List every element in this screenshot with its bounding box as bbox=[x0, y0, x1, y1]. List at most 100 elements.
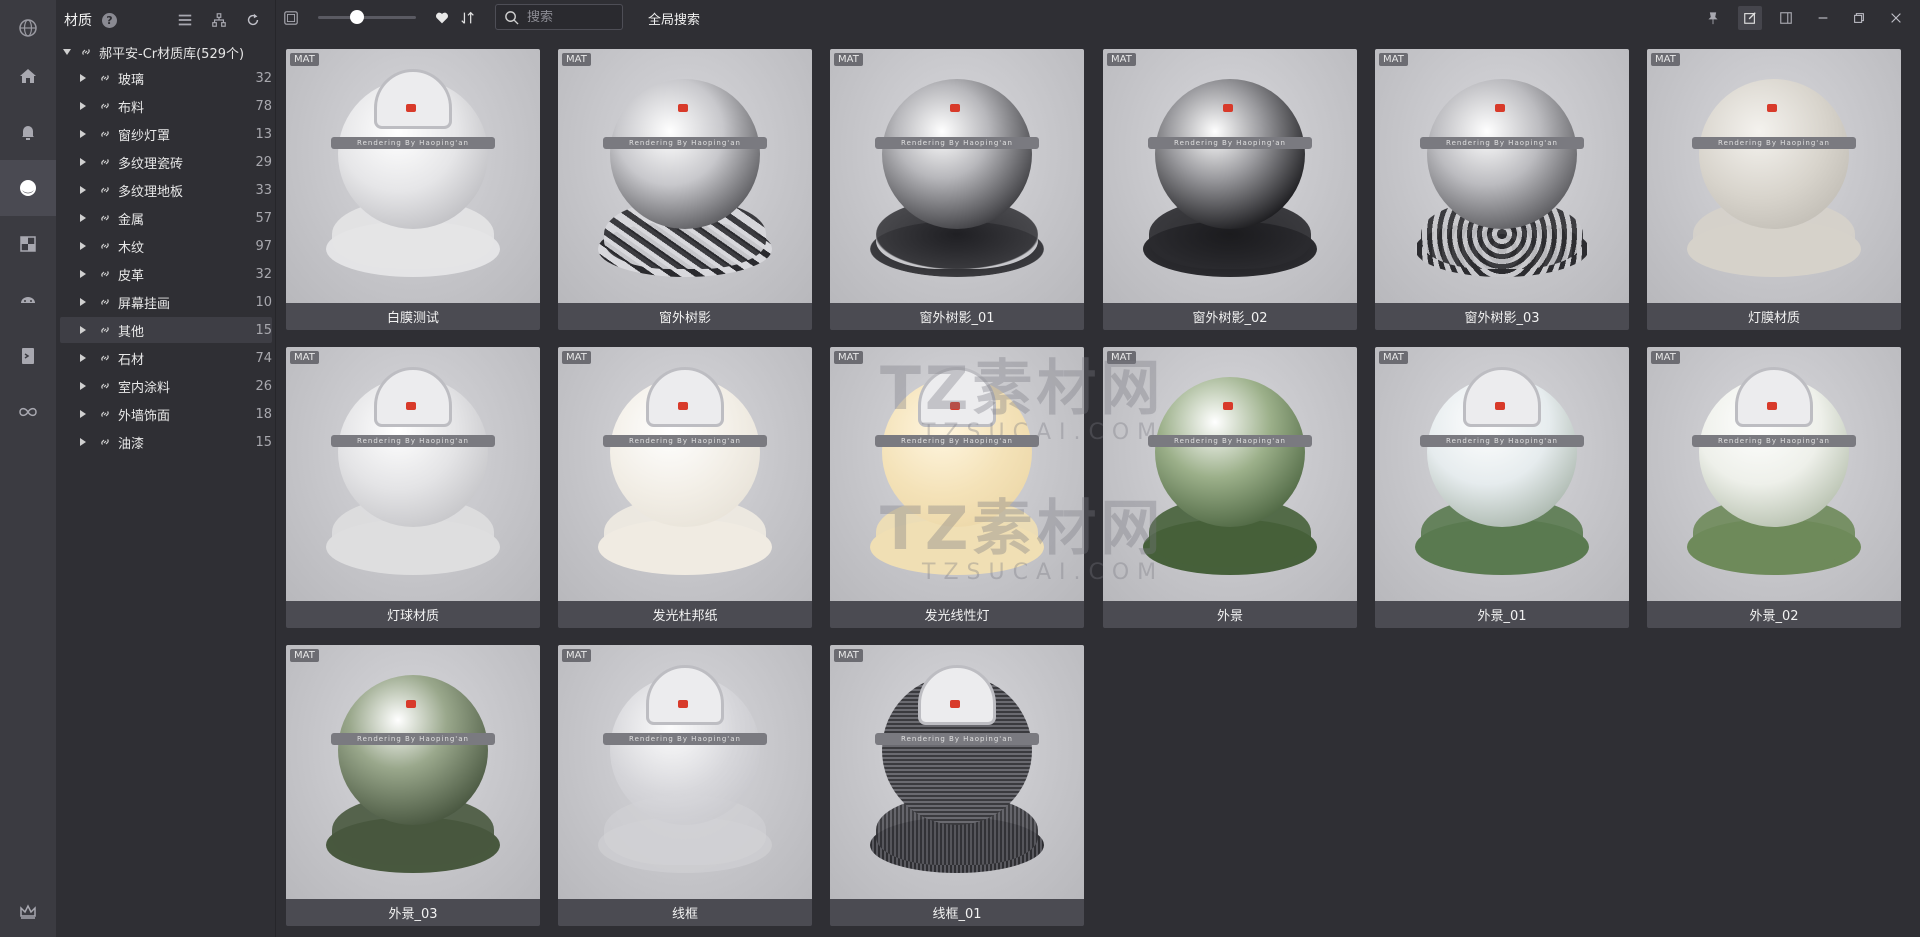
material-card[interactable]: Rendering By Haoping'an MAT 窗外树影_03 bbox=[1375, 49, 1629, 330]
tree-root[interactable]: 郝平安-Cr材质库(529个) bbox=[56, 40, 276, 64]
search-icon bbox=[505, 10, 519, 25]
tree-item[interactable]: 木纹 97 bbox=[60, 233, 272, 259]
caret-right-icon[interactable] bbox=[80, 298, 86, 306]
tree-item[interactable]: 其他 15 bbox=[60, 317, 272, 343]
tree-item[interactable]: 石材 74 bbox=[60, 345, 272, 371]
material-label: 线框 bbox=[671, 907, 698, 922]
material-label: 外景_02 bbox=[1749, 609, 1799, 624]
gamepad-icon[interactable] bbox=[0, 272, 56, 328]
search-input[interactable] bbox=[527, 9, 607, 25]
tree-item[interactable]: 皮革 32 bbox=[60, 261, 272, 287]
search-box[interactable] bbox=[495, 4, 623, 30]
material-card[interactable]: Rendering By Haoping'an MAT 发光线性灯 bbox=[830, 347, 1084, 628]
material-thumbnail[interactable]: Rendering By Haoping'an MAT bbox=[1375, 49, 1629, 303]
caret-right-icon[interactable] bbox=[80, 214, 86, 222]
texture-icon[interactable] bbox=[0, 216, 56, 272]
material-card[interactable]: Rendering By Haoping'an MAT 窗外树影_02 bbox=[1103, 49, 1357, 330]
tree-item[interactable]: 外墙饰面 18 bbox=[60, 401, 272, 427]
thumb-size-slider[interactable] bbox=[318, 16, 416, 19]
split-view-icon[interactable] bbox=[1774, 6, 1798, 30]
tree-item-label: 木纹 bbox=[118, 240, 145, 256]
material-card[interactable]: Rendering By Haoping'an MAT 外景_02 bbox=[1647, 347, 1901, 628]
render-credit: Rendering By Haoping'an bbox=[901, 735, 1013, 743]
caret-right-icon[interactable] bbox=[80, 270, 86, 278]
material-thumbnail[interactable]: Rendering By Haoping'an MAT bbox=[830, 49, 1084, 303]
material-card[interactable]: Rendering By Haoping'an MAT 发光杜邦纸 bbox=[558, 347, 812, 628]
preview-sphere bbox=[1427, 79, 1577, 229]
caret-right-icon[interactable] bbox=[80, 102, 86, 110]
material-thumbnail[interactable]: Rendering By Haoping'an MAT bbox=[830, 645, 1084, 899]
tree-item[interactable]: 多纹理地板 33 bbox=[60, 177, 272, 203]
material-card[interactable]: Rendering By Haoping'an MAT 灯膜材质 bbox=[1647, 49, 1901, 330]
global-search-button[interactable]: 全局搜索 bbox=[648, 9, 700, 28]
material-thumbnail[interactable]: Rendering By Haoping'an MAT bbox=[1103, 49, 1357, 303]
tree-item[interactable]: 室内涂料 26 bbox=[60, 373, 272, 399]
material-thumbnail[interactable]: Rendering By Haoping'an MAT bbox=[558, 49, 812, 303]
material-card[interactable]: Rendering By Haoping'an MAT 外景 bbox=[1103, 347, 1357, 628]
list-view-icon[interactable] bbox=[176, 11, 194, 29]
preview-ring: Rendering By Haoping'an bbox=[1148, 137, 1312, 149]
material-card[interactable]: Rendering By Haoping'an MAT 窗外树影 bbox=[558, 49, 812, 330]
tree-item[interactable]: 多纹理瓷砖 29 bbox=[60, 149, 272, 175]
help-icon[interactable]: ? bbox=[102, 12, 117, 28]
caret-right-icon[interactable] bbox=[80, 382, 86, 390]
minimize-icon[interactable] bbox=[1811, 6, 1835, 30]
preview-ring: Rendering By Haoping'an bbox=[875, 733, 1039, 745]
caret-down-icon[interactable] bbox=[63, 49, 71, 55]
caret-right-icon[interactable] bbox=[80, 354, 86, 362]
tree-item[interactable]: 玻璃 32 bbox=[60, 65, 272, 91]
material-thumbnail[interactable]: Rendering By Haoping'an MAT bbox=[1103, 347, 1357, 601]
tree-item-label: 布料 bbox=[118, 100, 145, 116]
material-card[interactable]: Rendering By Haoping'an MAT 窗外树影_01 bbox=[830, 49, 1084, 330]
caret-right-icon[interactable] bbox=[80, 130, 86, 138]
material-card[interactable]: Rendering By Haoping'an MAT 线框_01 bbox=[830, 645, 1084, 926]
tree-item-label: 多纹理瓷砖 bbox=[118, 156, 184, 172]
material-thumbnail[interactable]: Rendering By Haoping'an MAT bbox=[558, 347, 812, 601]
caret-right-icon[interactable] bbox=[80, 186, 86, 194]
caret-right-icon[interactable] bbox=[80, 326, 86, 334]
material-card[interactable]: Rendering By Haoping'an MAT 线框 bbox=[558, 645, 812, 926]
pin-icon[interactable] bbox=[1701, 6, 1725, 30]
material-thumbnail[interactable]: Rendering By Haoping'an MAT bbox=[558, 645, 812, 899]
material-thumbnail[interactable]: Rendering By Haoping'an MAT bbox=[286, 645, 540, 899]
caret-right-icon[interactable] bbox=[80, 410, 86, 418]
material-thumbnail[interactable]: Rendering By Haoping'an MAT bbox=[830, 347, 1084, 601]
close-icon[interactable] bbox=[1884, 6, 1908, 30]
home-icon[interactable] bbox=[0, 48, 56, 104]
tree-item[interactable]: 窗纱灯罩 13 bbox=[60, 121, 272, 147]
material-card[interactable]: Rendering By Haoping'an MAT 外景_01 bbox=[1375, 347, 1629, 628]
material-thumbnail[interactable]: Rendering By Haoping'an MAT bbox=[1647, 49, 1901, 303]
tree-item[interactable]: 金属 57 bbox=[60, 205, 272, 231]
bell-icon[interactable] bbox=[0, 104, 56, 160]
infinity-icon[interactable] bbox=[0, 384, 56, 440]
refresh-icon[interactable] bbox=[244, 11, 262, 29]
link-icon bbox=[101, 243, 109, 249]
caret-right-icon[interactable] bbox=[80, 74, 86, 82]
material-thumbnail[interactable]: Rendering By Haoping'an MAT bbox=[286, 347, 540, 601]
crown-icon[interactable] bbox=[0, 884, 56, 937]
mat-badge: MAT bbox=[1107, 351, 1136, 364]
sort-icon[interactable] bbox=[459, 9, 477, 27]
mat-badge: MAT bbox=[562, 351, 591, 364]
edit-icon[interactable] bbox=[1738, 6, 1762, 30]
link-icon bbox=[101, 383, 109, 389]
material-card[interactable]: Rendering By Haoping'an MAT 灯球材质 bbox=[286, 347, 540, 628]
material-card[interactable]: Rendering By Haoping'an MAT 白膜测试 bbox=[286, 49, 540, 330]
hierarchy-icon[interactable] bbox=[210, 11, 228, 29]
material-thumbnail[interactable]: Rendering By Haoping'an MAT bbox=[1647, 347, 1901, 601]
tree-item[interactable]: 布料 78 bbox=[60, 93, 272, 119]
material-thumbnail[interactable]: Rendering By Haoping'an MAT bbox=[286, 49, 540, 303]
caret-right-icon[interactable] bbox=[80, 158, 86, 166]
thumbnail-toggle-icon[interactable] bbox=[282, 9, 300, 27]
material-card[interactable]: Rendering By Haoping'an MAT 外景_03 bbox=[286, 645, 540, 926]
caret-right-icon[interactable] bbox=[80, 438, 86, 446]
tree-item[interactable]: 屏幕挂画 10 bbox=[60, 289, 272, 315]
script-icon[interactable] bbox=[0, 328, 56, 384]
caret-right-icon[interactable] bbox=[80, 242, 86, 250]
tree-item[interactable]: 油漆 15 bbox=[60, 429, 272, 455]
material-thumbnail[interactable]: Rendering By Haoping'an MAT bbox=[1375, 347, 1629, 601]
heart-icon[interactable] bbox=[433, 9, 451, 27]
slider-handle[interactable] bbox=[350, 10, 365, 24]
material-sphere-icon[interactable] bbox=[0, 160, 56, 216]
restore-icon[interactable] bbox=[1847, 6, 1871, 30]
